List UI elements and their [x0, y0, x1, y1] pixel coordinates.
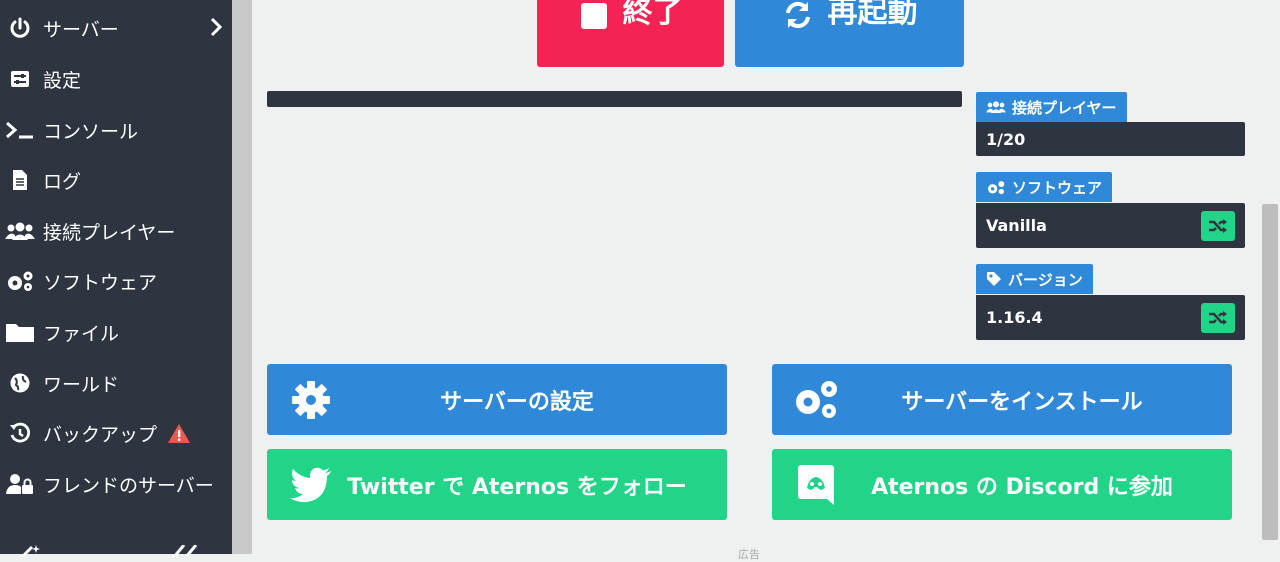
users-icon: [3, 218, 37, 244]
twitter-follow-label: Twitter で Aternos をフォロー: [347, 474, 687, 500]
discord-join-label: Aternos の Discord に参加: [871, 474, 1173, 500]
change-version-button[interactable]: [1201, 303, 1235, 333]
globe-icon: [3, 370, 37, 396]
users-icon: [986, 101, 1006, 113]
sidebar-item-label: ソフトウェア: [43, 271, 158, 294]
gears-icon: [3, 268, 37, 294]
shuffle-icon: [1209, 311, 1227, 325]
main-content: 終了 再起動 接続プレイヤー 1/20 ソフトウェア Vanilla バージョン…: [252, 0, 1280, 561]
sidebar-item-label: ファイル: [43, 322, 120, 345]
gear-icon: [287, 378, 335, 422]
software-value-box: Vanilla: [976, 203, 1245, 248]
sidebar-item-world[interactable]: ワールド: [0, 360, 232, 406]
restart-button-label: 再起動: [827, 0, 918, 30]
stop-button-label: 終了: [622, 0, 683, 30]
sidebar-item-label: ワールド: [43, 373, 120, 396]
sidebar-item-label: ログ: [43, 170, 82, 193]
gears-icon: [792, 378, 840, 422]
file-icon: [3, 167, 37, 193]
chevron-right-icon: [210, 17, 223, 42]
console-preview: [267, 91, 962, 107]
scrollbar-thumb[interactable]: [1262, 204, 1278, 540]
power-icon: [3, 15, 37, 41]
sidebar-item-backup[interactable]: バックアップ: [0, 410, 232, 456]
install-server-button[interactable]: サーバーをインストール: [772, 364, 1232, 435]
server-settings-label: サーバーの設定: [440, 389, 594, 415]
sidebar-item-label: フレンドのサーバー: [43, 474, 214, 497]
twitter-icon: [287, 463, 335, 507]
sidebar-item-settings[interactable]: 設定: [0, 56, 232, 102]
sidebar-item-label: 接続プレイヤー: [43, 221, 176, 244]
version-value-box: 1.16.4: [976, 295, 1245, 340]
warning-icon: [167, 423, 191, 444]
sidebar-item-files[interactable]: ファイル: [0, 309, 232, 355]
players-value: 1/20: [986, 129, 1026, 149]
sidebar-item-players[interactable]: 接続プレイヤー: [0, 208, 232, 254]
gears-icon: [988, 180, 1005, 194]
sidebar-footer: [0, 540, 232, 559]
sidebar-item-software[interactable]: ソフトウェア: [0, 258, 232, 304]
stop-icon: [579, 1, 609, 31]
sidebar-item-friend-servers[interactable]: フレンドのサーバー: [0, 461, 232, 507]
sidebar-item-label: 設定: [43, 69, 82, 92]
sidebar-item-label: サーバー: [43, 18, 119, 41]
sidebar-item-console[interactable]: コンソール: [0, 107, 232, 153]
folder-icon: [3, 319, 37, 345]
ad-label: 広告: [738, 548, 760, 561]
history-icon: [3, 420, 37, 446]
restart-button[interactable]: 再起動: [735, 0, 964, 67]
magic-icon[interactable]: [18, 542, 44, 561]
collapse-sidebar-icon[interactable]: [170, 542, 200, 561]
software-value: Vanilla: [986, 216, 1047, 235]
change-software-button[interactable]: [1201, 211, 1235, 241]
sidebar-item-server[interactable]: サーバー: [0, 5, 232, 51]
sidebar-item-label: コンソール: [43, 120, 139, 143]
sidebar-item-log[interactable]: ログ: [0, 157, 232, 203]
version-value: 1.16.4: [986, 308, 1043, 327]
stop-button[interactable]: 終了: [537, 0, 724, 67]
sync-icon: [782, 0, 814, 31]
software-title: ソフトウェア: [976, 172, 1113, 202]
players-value-box: 1/20: [976, 122, 1245, 156]
players-title: 接続プレイヤー: [976, 92, 1127, 122]
shuffle-icon: [1209, 219, 1227, 233]
sidebar-item-label: バックアップ: [43, 423, 158, 446]
discord-icon: [792, 463, 840, 507]
install-server-label: サーバーをインストール: [901, 389, 1143, 415]
version-title: バージョン: [976, 264, 1093, 294]
twitter-follow-button[interactable]: Twitter で Aternos をフォロー: [267, 449, 727, 520]
sliders-icon: [3, 66, 37, 92]
sidebar-gutter: [232, 0, 252, 554]
server-settings-button[interactable]: サーバーの設定: [267, 364, 727, 435]
discord-join-button[interactable]: Aternos の Discord に参加: [772, 449, 1232, 520]
user-lock-icon: [3, 471, 37, 497]
tag-icon: [987, 272, 1001, 286]
terminal-icon: [3, 117, 37, 143]
sidebar: サーバー 設定 コンソール ログ 接続プレイヤー ソフトウェア ファイル ワール…: [0, 0, 232, 559]
